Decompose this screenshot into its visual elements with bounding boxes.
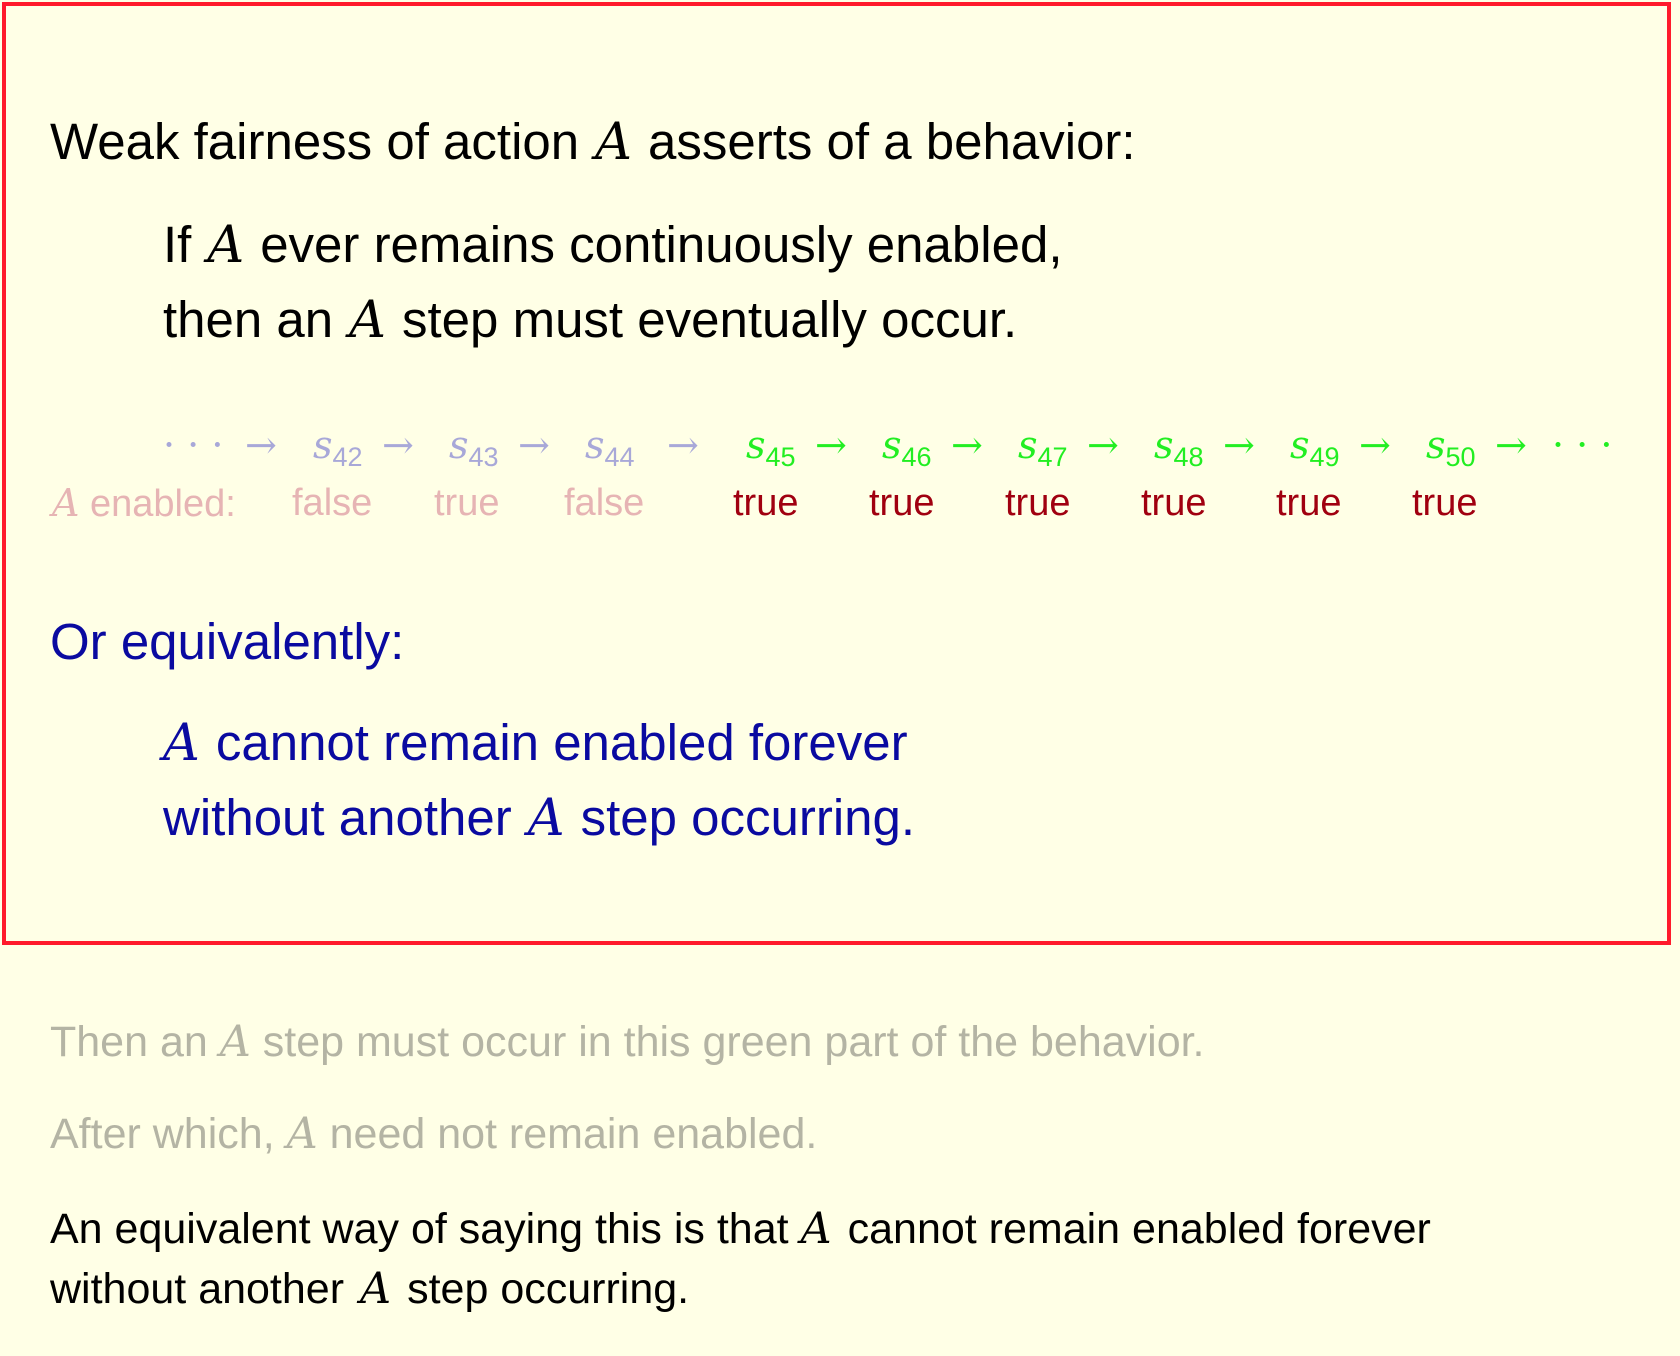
action-variable: A	[286, 1109, 318, 1159]
slide-heading: Weak fairness of action Aasserts of a beh…	[50, 112, 1136, 173]
action-variable: A	[219, 1017, 251, 1067]
state-s45: s45	[746, 420, 796, 482]
state-s43: s43	[449, 420, 499, 482]
note-2-before: After which,	[50, 1110, 275, 1158]
enabled-value-s45: true	[733, 482, 799, 524]
heading-text-after: asserts of a behavior:	[648, 113, 1136, 170]
note-3-after: cannot remain enabled forever	[847, 1205, 1431, 1253]
note-4-after: step occurring.	[407, 1265, 690, 1313]
state-index: 49	[1309, 442, 1340, 472]
state-symbol: s	[1290, 423, 1310, 467]
rule-line-1-after: ever remains continuously enabled,	[260, 216, 1063, 273]
equivalent-line-2-before: without another	[163, 789, 512, 846]
action-variable: A	[527, 789, 565, 848]
transition-arrow: →	[1359, 423, 1391, 467]
state-s47: s47	[1018, 420, 1068, 482]
equivalent-line-1: Acannot remain enabled forever	[163, 713, 908, 774]
enabled-value-s50: true	[1412, 482, 1478, 524]
heading-text-before: Weak fairness of action	[50, 113, 580, 170]
transition-arrow: →	[1223, 423, 1255, 467]
equivalent-line-2: without another Astep occurring.	[163, 788, 915, 849]
transition-arrow: →	[518, 423, 550, 467]
enabled-value-s44: false	[564, 482, 645, 524]
state-index: 43	[468, 442, 499, 472]
enabled-value-s49: true	[1276, 482, 1342, 524]
state-symbol: s	[1018, 423, 1038, 467]
note-1-after: step must occur in this green part of th…	[262, 1018, 1205, 1066]
transition-arrow: →	[1087, 423, 1119, 467]
equivalent-line-1-after: cannot remain enabled forever	[215, 714, 908, 771]
note-4-before: without another	[50, 1265, 345, 1313]
transition-arrow: →	[1495, 423, 1527, 467]
state-s48: s48	[1154, 420, 1204, 482]
enabled-label-text: enabled:	[90, 483, 236, 525]
enabled-row: A enabled: false true false true true tr…	[0, 478, 1680, 528]
state-index: 46	[901, 442, 932, 472]
action-variable: A	[52, 481, 80, 525]
state-s46: s46	[882, 420, 932, 482]
action-variable: A	[800, 1204, 832, 1254]
leading-ellipsis: · · ·	[163, 423, 224, 467]
enabled-label: A enabled:	[52, 478, 236, 529]
speaker-note-4: without another Astep occurring.	[50, 1263, 689, 1315]
trailing-ellipsis: · · ·	[1552, 423, 1613, 467]
equivalent-heading: Or equivalently:	[50, 613, 405, 670]
state-index: 42	[332, 442, 363, 472]
note-2-after: need not remain enabled.	[329, 1110, 818, 1158]
action-variable: A	[163, 714, 200, 773]
note-3-before: An equivalent way of saying this is that	[50, 1205, 789, 1253]
speaker-note-3: An equivalent way of saying this is that…	[50, 1203, 1431, 1255]
enabled-value-s43: true	[434, 482, 500, 524]
state-s49: s49	[1290, 420, 1340, 482]
state-symbol: s	[449, 423, 469, 467]
state-s44: s44	[585, 420, 635, 482]
state-index: 47	[1037, 442, 1068, 472]
state-index: 50	[1445, 442, 1476, 472]
state-symbol: s	[585, 423, 605, 467]
rule-line-2: then an Astep must eventually occur.	[163, 290, 1017, 351]
enabled-value-s48: true	[1141, 482, 1207, 524]
rule-line-2-after: step must eventually occur.	[402, 291, 1018, 348]
equivalent-line-2-after: step occurring.	[580, 789, 916, 846]
speaker-note-2: After which, A need not remain enabled.	[50, 1108, 817, 1160]
enabled-value-s42: false	[292, 482, 373, 524]
transition-arrow: →	[667, 423, 699, 467]
speaker-note-1: Then an A step must occur in this green …	[50, 1016, 1205, 1068]
state-symbol: s	[746, 423, 766, 467]
transition-arrow: →	[951, 423, 983, 467]
state-index: 45	[765, 442, 796, 472]
transition-arrow: →	[382, 423, 414, 467]
state-symbol: s	[882, 423, 902, 467]
note-1-before: Then an	[50, 1018, 208, 1066]
enabled-value-s47: true	[1005, 482, 1071, 524]
rule-line-1-before: If	[163, 216, 192, 273]
action-variable: A	[207, 216, 245, 275]
state-s42: s42	[313, 420, 363, 482]
state-symbol: s	[313, 423, 333, 467]
state-symbol: s	[1426, 423, 1446, 467]
state-index: 44	[604, 442, 635, 472]
enabled-value-s46: true	[869, 482, 935, 524]
action-variable: A	[595, 113, 632, 172]
state-index: 48	[1173, 442, 1204, 472]
transition-arrow: →	[245, 423, 277, 467]
rule-line-1: If Aever remains continuously enabled,	[163, 215, 1063, 276]
rule-line-2-before: then an	[163, 291, 334, 348]
state-symbol: s	[1154, 423, 1174, 467]
action-variable: A	[349, 291, 387, 350]
behavior-sequence: · · · → s42 → s43 → s44 → s45 → s46 → s4…	[0, 420, 1680, 472]
state-s50: s50	[1426, 420, 1476, 482]
action-variable: A	[360, 1264, 392, 1314]
transition-arrow: →	[815, 423, 847, 467]
